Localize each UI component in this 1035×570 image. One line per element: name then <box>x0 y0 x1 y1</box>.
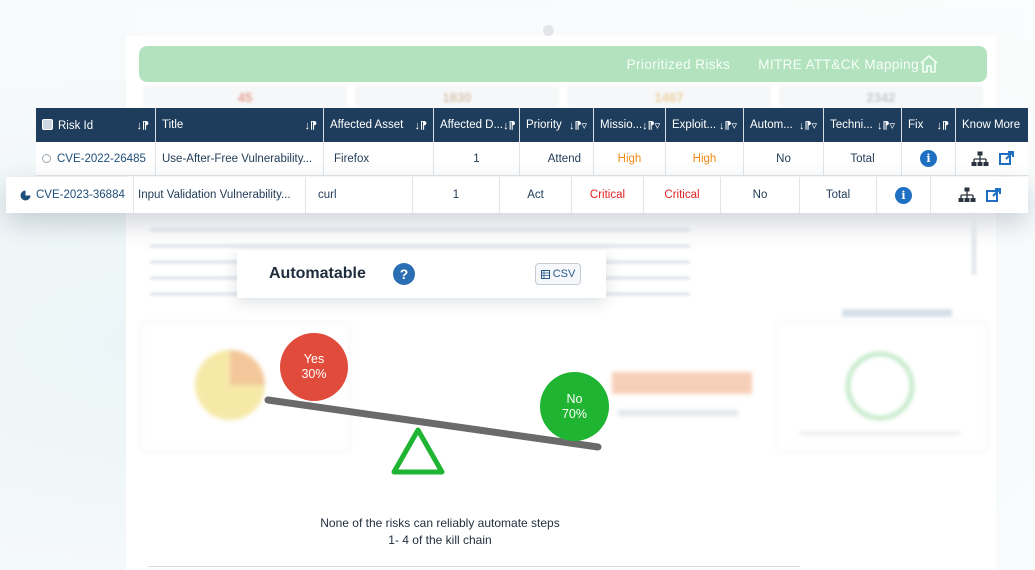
home-icon[interactable] <box>919 54 939 74</box>
stat-row: 45 1830 1467 2342 <box>143 86 983 108</box>
sort-icon[interactable]: ↓⁋▿ <box>642 119 660 132</box>
col-mission[interactable]: Missio... ↓⁋▿ <box>594 108 666 142</box>
stat-card: 45 <box>143 86 347 108</box>
nav-prioritized-risks[interactable]: Prioritized Risks <box>627 57 731 72</box>
affected-asset: Firefox <box>324 142 434 175</box>
caption: None of the risks can reliably automate … <box>320 516 560 547</box>
sort-icon[interactable]: ↓⁋ <box>305 119 318 132</box>
row-checkbox[interactable] <box>42 154 51 163</box>
hierarchy-icon[interactable] <box>958 187 976 203</box>
automatable-card: Automatable ? CSV <box>237 250 606 298</box>
priority-value: Attend <box>520 142 594 175</box>
table-row[interactable]: CVE-2022-26485 Use-After-Free Vulnerabil… <box>36 142 1028 176</box>
sort-icon[interactable]: ↓⁋▿ <box>799 119 817 132</box>
technical-value: Total <box>800 177 877 213</box>
mission-value: High <box>594 142 666 175</box>
window-dot <box>543 25 554 36</box>
risk-id-link[interactable]: CVE-2022-26485 <box>57 153 146 165</box>
technical-value: Total <box>824 142 902 175</box>
file-icon <box>540 269 550 279</box>
risk-id-link[interactable]: CVE-2023-36884 <box>36 189 125 201</box>
mission-value: Critical <box>572 177 644 213</box>
col-affected-devices[interactable]: Affected D... ↓⁋ <box>434 108 520 142</box>
sort-icon[interactable]: ↓⁋▿ <box>877 119 895 132</box>
card-title: Automatable <box>269 265 366 282</box>
hierarchy-icon[interactable] <box>971 151 989 167</box>
pie-icon <box>20 190 31 200</box>
col-title[interactable]: Title ↓⁋ <box>156 108 324 142</box>
external-link-icon[interactable] <box>998 151 1014 166</box>
priority-value: Act <box>500 177 572 213</box>
table-row-highlighted[interactable]: CVE-2023-36884 Input Validation Vulnerab… <box>6 177 1028 213</box>
stat-card: 1467 <box>567 86 771 108</box>
exploitation-value: High <box>666 142 744 175</box>
stat-card: 2342 <box>779 86 983 108</box>
automatable-value: No <box>744 142 824 175</box>
sort-icon[interactable]: ↓⁋ <box>415 119 428 132</box>
external-link-icon[interactable] <box>986 187 1001 203</box>
col-technical[interactable]: Techni... ↓⁋▿ <box>824 108 902 142</box>
affected-asset: curl <box>306 177 413 213</box>
col-priority[interactable]: Priority ↓⁋▿ <box>520 108 594 142</box>
sort-icon[interactable]: ↓⁋ <box>503 119 516 132</box>
col-affected-asset[interactable]: Affected Asset ↓⁋ <box>324 108 434 142</box>
yes-bubble: Yes 30% <box>280 333 348 401</box>
col-risk-id[interactable]: Risk Id ↓⁋ <box>36 108 156 142</box>
risk-table-header: Risk Id ↓⁋ Title ↓⁋ Affected Asset ↓⁋ Af… <box>36 108 1028 142</box>
info-icon[interactable]: i <box>920 150 937 167</box>
col-fix[interactable]: Fix ↓⁋ <box>902 108 956 142</box>
sort-icon[interactable]: ↓⁋ <box>937 119 950 132</box>
affected-devices: 1 <box>413 177 500 213</box>
affected-devices: 1 <box>434 142 520 175</box>
top-nav: Prioritized Risks MITRE ATT&CK Mapping <box>139 46 987 82</box>
automatable-value: No <box>721 177 800 213</box>
col-know-more: Know More <box>962 119 1021 131</box>
col-exploitation[interactable]: Exploit... ↓⁋▿ <box>666 108 744 142</box>
nav-mitre-mapping[interactable]: MITRE ATT&CK Mapping <box>758 57 919 72</box>
risk-title: Use-After-Free Vulnerability... <box>156 142 324 175</box>
stat-card: 1830 <box>355 86 559 108</box>
sort-icon[interactable]: ↓⁋▿ <box>569 119 587 132</box>
col-automatable[interactable]: Autom... ↓⁋▿ <box>744 108 824 142</box>
no-bubble: No 70% <box>540 372 609 441</box>
select-all-checkbox[interactable] <box>42 118 53 130</box>
divider <box>148 566 800 567</box>
sort-icon[interactable]: ↓⁋ <box>137 119 150 132</box>
info-icon[interactable]: i <box>895 186 912 204</box>
sort-icon[interactable]: ↓⁋▿ <box>719 119 737 132</box>
scale-fulcrum <box>391 427 445 475</box>
exploitation-value: Critical <box>644 177 721 213</box>
top-strip <box>140 10 1020 36</box>
risk-title: Input Validation Vulnerability... <box>134 177 306 213</box>
csv-export-button[interactable]: CSV <box>535 263 581 285</box>
help-icon[interactable]: ? <box>393 263 415 285</box>
